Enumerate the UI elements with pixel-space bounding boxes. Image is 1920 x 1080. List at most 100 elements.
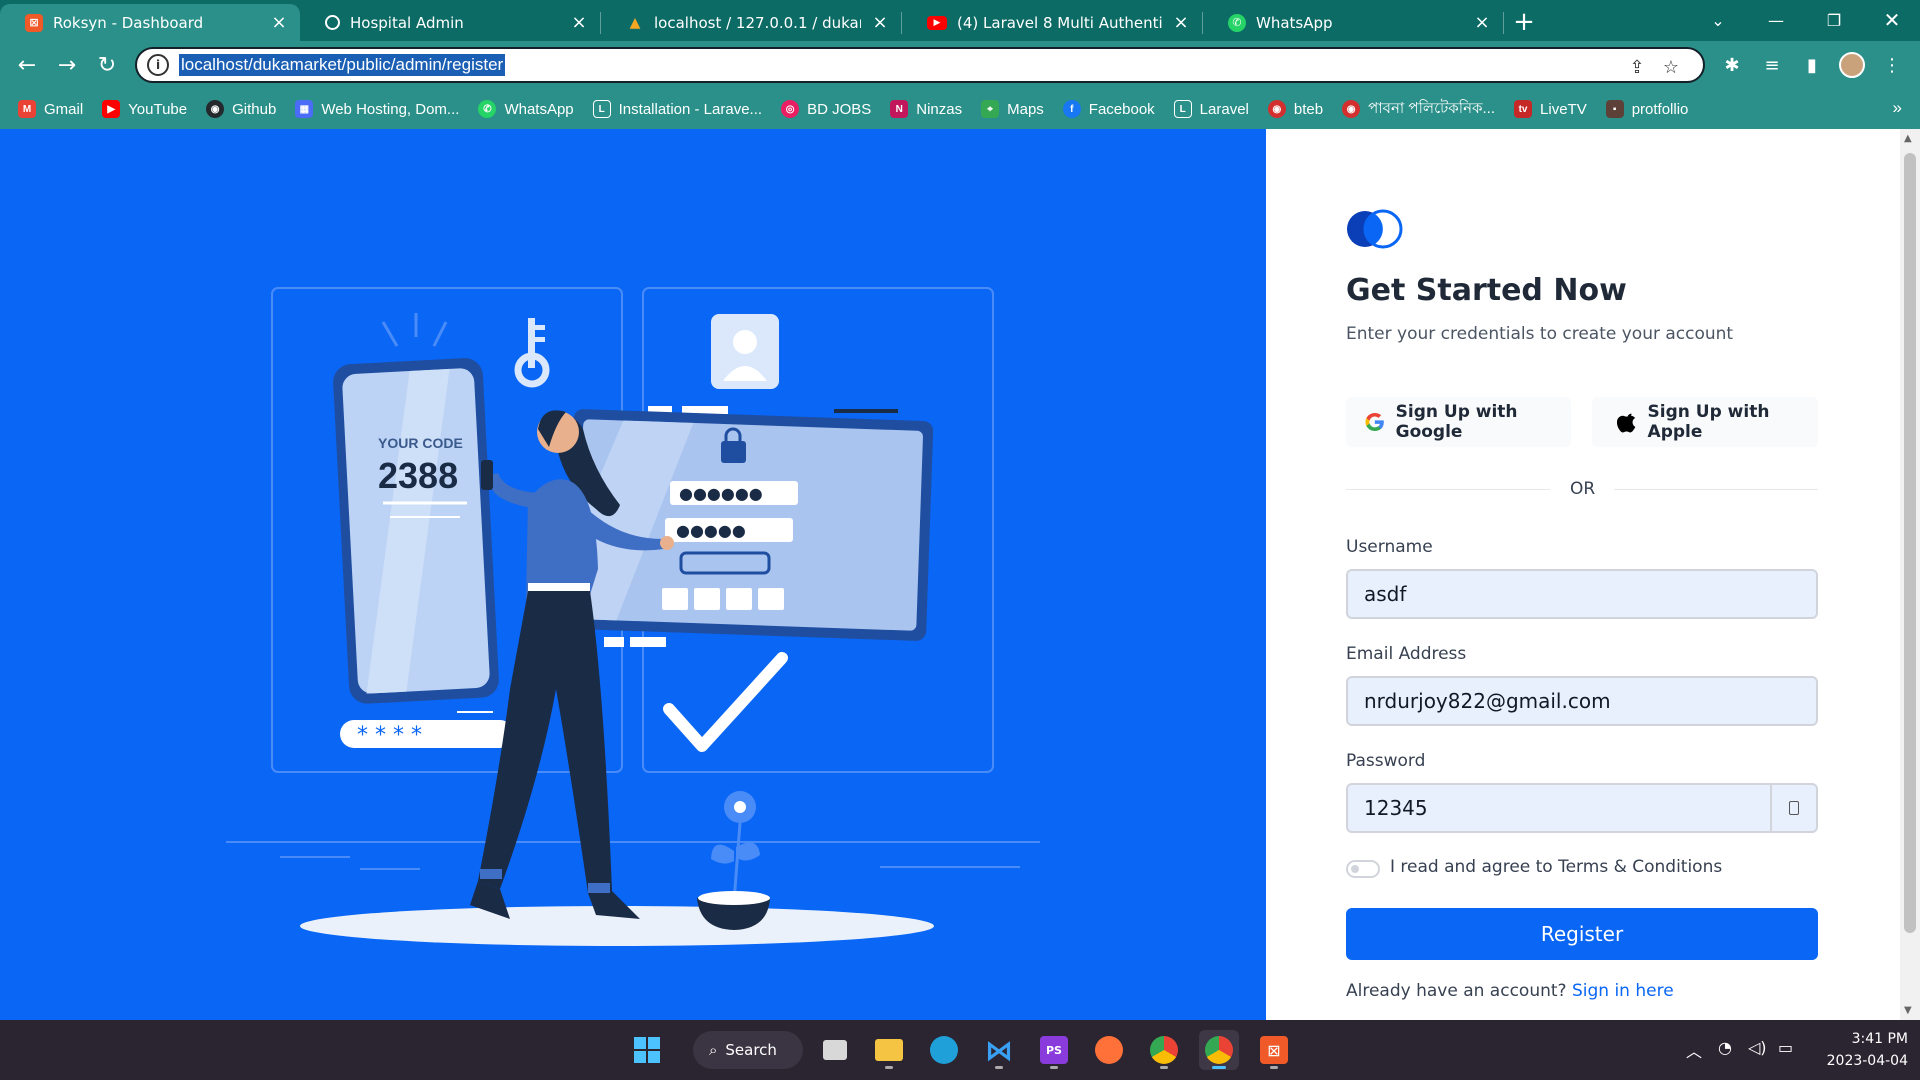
- new-tab-button[interactable]: +: [1504, 7, 1544, 37]
- bookmark-ninzas[interactable]: N Ninzas: [890, 100, 962, 118]
- tab-title: localhost / 127.0.0.1 / dukamarket: [654, 13, 861, 32]
- bookmark-pabna-polytechnic[interactable]: ◉ পাবনা পলিটেকনিক...: [1342, 97, 1495, 122]
- username-input[interactable]: asdf: [1346, 569, 1818, 619]
- bookmark-gmail[interactable]: M Gmail: [18, 100, 83, 118]
- site-info-icon[interactable]: i: [147, 54, 169, 76]
- bookmark-star-icon[interactable]: ☆: [1659, 55, 1683, 79]
- edge-icon[interactable]: [924, 1030, 964, 1070]
- sign-up-google-label: Sign Up with Google: [1395, 402, 1518, 442]
- password-visibility-toggle-icon[interactable]: [1770, 785, 1816, 831]
- google-icon: [1365, 412, 1384, 432]
- url-text[interactable]: localhost/dukamarket/public/admin/regist…: [179, 54, 506, 76]
- tab-youtube-laravel[interactable]: ▶ (4) Laravel 8 Multi Authentication ×: [902, 4, 1202, 41]
- tab-search-icon[interactable]: ⌄: [1690, 0, 1746, 40]
- bookmark-label: WhatsApp: [504, 100, 574, 118]
- bookmark-github[interactable]: ◉ Github: [206, 100, 276, 118]
- bookmark-installation-laravel[interactable]: L Installation - Larave...: [592, 100, 762, 118]
- bteb-icon: ◉: [1267, 100, 1286, 118]
- browser-menu-icon[interactable]: ⋮: [1874, 45, 1910, 85]
- bookmark-bteb[interactable]: ◉ bteb: [1267, 100, 1324, 118]
- vscode-icon[interactable]: ⋈: [979, 1030, 1019, 1070]
- whatsapp-icon: ✆: [478, 100, 497, 118]
- share-icon[interactable]: ⇪: [1625, 55, 1649, 79]
- battery-icon[interactable]: ▭: [1778, 1038, 1793, 1057]
- forward-icon[interactable]: →: [47, 45, 87, 85]
- close-window-icon[interactable]: ✕: [1864, 0, 1920, 40]
- bookmarks-bar: M Gmail ▶ YouTube ◉ Github ▦ Web Hosting, Do…: [0, 89, 1920, 129]
- bookmark-facebook[interactable]: f Facebook: [1062, 100, 1155, 118]
- bookmark-youtube[interactable]: ▶ YouTube: [102, 100, 187, 118]
- phpstorm-icon[interactable]: PS: [1034, 1030, 1074, 1070]
- side-panel-icon[interactable]: ▮: [1794, 45, 1830, 85]
- bookmark-label: bteb: [1293, 100, 1324, 118]
- windows-start-icon[interactable]: [627, 1030, 667, 1070]
- bookmark-whatsapp[interactable]: ✆ WhatsApp: [478, 100, 574, 118]
- close-tab-icon[interactable]: ×: [570, 12, 588, 33]
- tab-roksyn-dashboard[interactable]: ⊠ Roksyn - Dashboard ×: [0, 4, 300, 41]
- bookmark-web-hosting[interactable]: ▦ Web Hosting, Dom...: [295, 100, 459, 118]
- portfolio-icon: ▪: [1605, 100, 1624, 118]
- close-tab-icon[interactable]: ×: [1473, 12, 1491, 33]
- youtube-favicon-icon: ▶: [927, 15, 947, 30]
- media-queue-icon[interactable]: ≡: [1754, 45, 1790, 85]
- bookmark-protfollio[interactable]: ▪ protfollio: [1605, 100, 1688, 118]
- scroll-down-icon[interactable]: ▼: [1904, 1005, 1912, 1016]
- close-tab-icon[interactable]: ×: [1172, 12, 1190, 33]
- sign-up-google-button[interactable]: Sign Up with Google: [1346, 397, 1571, 447]
- more-bookmarks-icon[interactable]: »: [1893, 98, 1902, 118]
- svg-text:●●●●●●: ●●●●●●: [679, 484, 763, 503]
- chrome-profile-icon[interactable]: [1199, 1030, 1239, 1070]
- minimize-icon[interactable]: —: [1748, 0, 1804, 40]
- tray-overflow-icon[interactable]: ︿: [1686, 1038, 1702, 1062]
- tab-title: (4) Laravel 8 Multi Authentication: [957, 13, 1162, 32]
- file-explorer-icon[interactable]: [869, 1030, 909, 1070]
- register-form-panel: Get Started Now Enter your credentials t…: [1266, 129, 1900, 1020]
- close-tab-icon[interactable]: ×: [270, 12, 288, 33]
- extensions-icon[interactable]: ✱: [1714, 45, 1750, 85]
- bookmark-label: LiveTV: [1540, 100, 1587, 118]
- back-icon[interactable]: ←: [7, 45, 47, 85]
- email-input[interactable]: nrdurjoy822@gmail.com: [1346, 676, 1818, 726]
- close-tab-icon[interactable]: ×: [871, 12, 889, 33]
- terms-toggle[interactable]: [1346, 860, 1380, 878]
- password-input[interactable]: 12345: [1346, 783, 1818, 833]
- sign-up-apple-button[interactable]: Sign Up with Apple: [1592, 397, 1818, 447]
- terms-label: I read and agree to Terms & Conditions: [1390, 857, 1723, 877]
- profile-avatar[interactable]: [1834, 45, 1870, 85]
- bookmark-livetv[interactable]: tv LiveTV: [1514, 100, 1587, 118]
- address-bar[interactable]: i localhost/dukamarket/public/admin/regi…: [135, 47, 1705, 83]
- browser-toolbar: ← → ↻ i localhost/dukamarket/public/admi…: [0, 41, 1920, 89]
- bookmark-bd-jobs[interactable]: ◎ BD JOBS: [781, 100, 871, 118]
- firefox-icon[interactable]: [1089, 1030, 1129, 1070]
- restore-icon[interactable]: ❐: [1806, 0, 1862, 40]
- page-scrollbar[interactable]: ▲ ▼: [1900, 129, 1920, 1020]
- reload-icon[interactable]: ↻: [87, 45, 127, 85]
- chrome-icon[interactable]: [1144, 1030, 1184, 1070]
- tab-phpmyadmin[interactable]: ▲ localhost / 127.0.0.1 / dukamarket ×: [601, 4, 901, 41]
- youtube-icon: ▶: [102, 100, 121, 118]
- roksyn-favicon-icon: ⊠: [25, 13, 43, 32]
- svg-text:●●●●●: ●●●●●: [676, 521, 746, 540]
- scrollbar-thumb[interactable]: [1904, 153, 1916, 933]
- ninzas-icon: N: [890, 100, 909, 118]
- wifi-icon[interactable]: ◔: [1718, 1038, 1732, 1057]
- sign-in-link[interactable]: Sign in here: [1572, 981, 1674, 1001]
- page-subtitle: Enter your credentials to create your ac…: [1346, 324, 1734, 344]
- divider-left: [1346, 489, 1550, 490]
- taskbar-search-label: Search: [725, 1041, 777, 1059]
- task-view-icon[interactable]: [815, 1030, 855, 1070]
- taskbar-search[interactable]: ⌕ Search: [693, 1031, 803, 1069]
- bookmark-maps[interactable]: ⌖ Maps: [981, 100, 1044, 118]
- volume-icon[interactable]: ◁): [1748, 1038, 1767, 1057]
- tab-whatsapp[interactable]: ✆ WhatsApp ×: [1203, 4, 1503, 41]
- taskbar-clock[interactable]: 3:41 PM 2023-04-04: [1812, 1028, 1908, 1072]
- scroll-up-icon[interactable]: ▲: [1904, 133, 1912, 144]
- register-button[interactable]: Register: [1346, 908, 1818, 960]
- your-code-label: YOUR CODE: [378, 435, 463, 451]
- tab-hospital-admin[interactable]: Hospital Admin ×: [300, 4, 600, 41]
- tab-title: Hospital Admin: [350, 13, 464, 32]
- xampp-icon[interactable]: ⊠: [1254, 1030, 1294, 1070]
- bookmark-laravel[interactable]: L Laravel: [1173, 100, 1249, 118]
- divider-right: [1614, 489, 1818, 490]
- bookmark-label: Web Hosting, Dom...: [321, 100, 460, 118]
